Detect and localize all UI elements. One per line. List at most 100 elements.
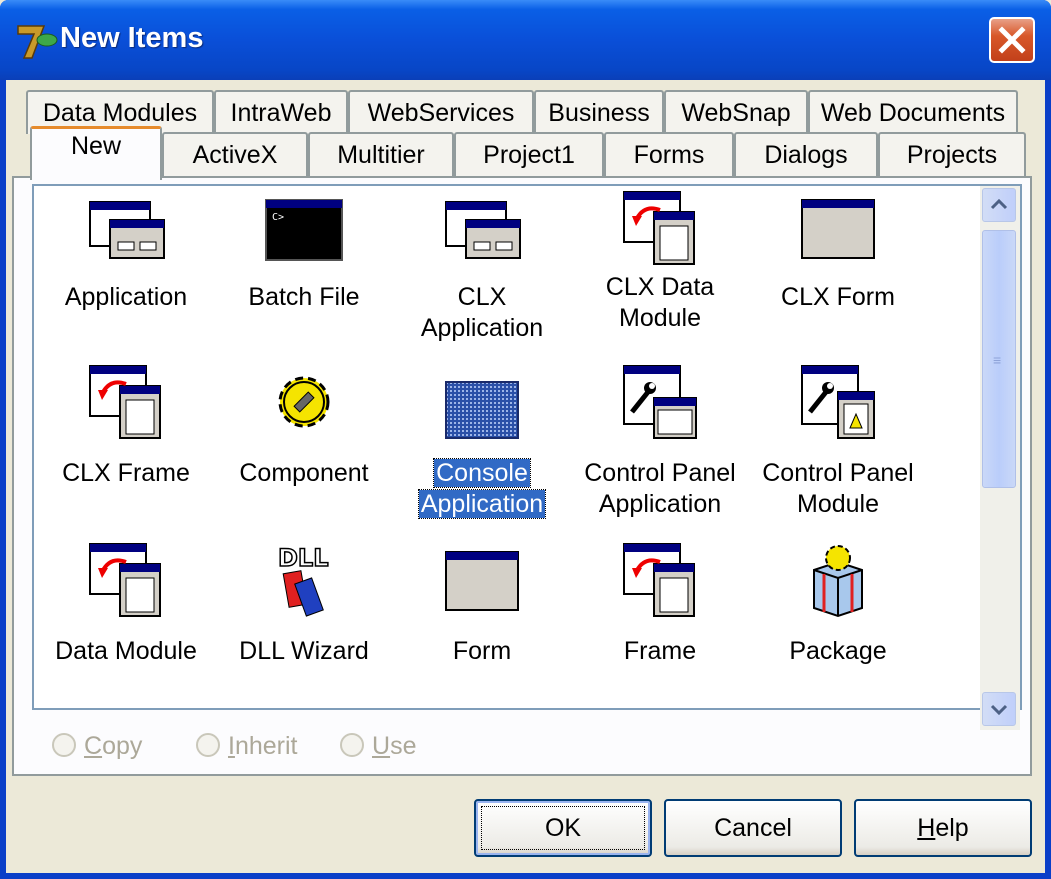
clx-frame-icon [89,365,161,439]
tab-label: WebServices [367,99,515,127]
item-label: CLX Frame [62,459,190,487]
item-label: Application [64,283,188,311]
close-icon [998,26,1026,54]
radio-inherit-label: nherit [234,732,298,760]
radio-use-label: se [390,732,417,760]
list-item-frame[interactable]: Frame [572,540,748,690]
radio-use[interactable]: Use [340,732,416,762]
data-module-icon [89,543,161,617]
radio-inherit-accel: I [228,732,235,760]
tab-new[interactable]: New [30,126,162,180]
radio-circle [196,733,220,757]
list-item-clx-application[interactable]: CLX Application [394,196,570,346]
radio-circle [52,733,76,757]
item-label: Data Module [55,637,197,665]
tab-web-documents[interactable]: Web Documents [808,90,1018,134]
list-item-component[interactable]: Component [216,362,392,512]
tab-label: Web Documents [820,99,1006,127]
tab-project1[interactable]: Project1 [454,132,604,178]
scroll-down-button[interactable] [982,692,1016,726]
list-item-form[interactable]: Form [394,540,570,690]
item-label: Console Application [417,458,547,519]
application-icon [89,201,165,259]
radio-copy[interactable]: Copy [52,732,142,762]
tab-label: Projects [906,141,998,169]
list-item-clx-form[interactable]: CLX Form [750,196,926,346]
tab-label: Project1 [483,141,575,169]
radio-copy-accel: C [84,732,103,760]
item-label: CLX Data Module [605,273,715,332]
window-title: New Items [60,22,204,54]
tab-dialogs[interactable]: Dialogs [734,132,878,178]
chevron-up-icon [990,198,1008,210]
tab-intraweb[interactable]: IntraWeb [214,90,348,134]
tab-business[interactable]: Business [534,90,664,134]
item-label: Batch File [248,283,360,311]
vertical-scrollbar[interactable]: ≡ [980,186,1020,730]
component-gear-icon [278,376,330,428]
clx-data-module-icon [623,191,695,265]
dialog-client-area: Data Modules IntraWeb WebServices Busine… [6,80,1045,873]
tab-websnap[interactable]: WebSnap [664,90,808,134]
scroll-thumb[interactable]: ≡ [982,230,1016,488]
list-item-control-panel-module[interactable]: Control Panel Module [750,362,926,518]
delphi-app-icon [17,25,58,59]
focus-rect [481,806,645,850]
clx-form-icon [801,199,875,259]
tab-multitier[interactable]: Multitier [308,132,454,178]
tab-label: IntraWeb [230,99,332,127]
list-item-control-panel-application[interactable]: Control Panel Application [572,362,748,518]
form-icon [445,551,519,611]
scroll-up-button[interactable] [982,188,1016,222]
item-label: DLL Wizard [239,637,369,665]
list-item-dll-wizard[interactable]: DLL DLL Wizard [216,540,392,690]
list-item-console-application[interactable]: Console Application [394,362,570,519]
radio-circle [340,733,364,757]
list-item-data-module[interactable]: Data Module [38,540,214,690]
clx-application-icon [445,201,521,259]
cancel-label: Cancel [714,814,792,842]
item-label: Control Panel Application [584,459,736,518]
tab-label: Multitier [337,141,425,169]
tab-forms[interactable]: Forms [604,132,734,178]
tab-webservices[interactable]: WebServices [348,90,534,134]
item-label: Control Panel Module [762,459,914,518]
help-accel: H [917,814,936,842]
control-panel-application-icon [623,365,697,439]
frame-icon [623,543,695,617]
radio-use-accel: U [372,732,391,760]
help-label: elp [935,814,969,842]
tab-projects[interactable]: Projects [878,132,1026,178]
new-items-dialog: New Items Data Modules IntraWeb WebServi… [0,0,1051,879]
svg-text:C>: C> [272,212,284,223]
title-bar[interactable]: New Items [0,0,1051,80]
list-item-application[interactable]: Application [38,196,214,346]
tab-label: New [70,132,121,160]
list-item-clx-data-module[interactable]: CLX Data Module [572,186,748,346]
dll-wizard-icon: DLL [277,543,329,617]
item-label: CLX Form [781,283,895,311]
list-item-package[interactable]: Package [750,540,926,690]
help-button[interactable]: Help [854,799,1032,857]
package-icon [813,545,863,618]
svg-text:DLL: DLL [278,544,329,572]
batch-file-icon: C> [265,199,343,261]
tab-label: WebSnap [681,99,791,127]
chevron-down-icon [990,704,1008,716]
item-label: Component [239,459,369,487]
tab-label: ActiveX [192,141,278,169]
list-item-clx-frame[interactable]: CLX Frame [38,362,214,512]
cancel-button[interactable]: Cancel [664,799,842,857]
item-list-view[interactable]: Application C> Batch File CLX Application [32,184,1022,730]
ok-button[interactable]: OK [474,799,652,857]
item-label: Package [789,637,887,665]
close-button[interactable] [989,17,1035,63]
tab-activex[interactable]: ActiveX [162,132,308,178]
grip-icon: ≡ [993,352,1002,368]
tab-label: Data Modules [42,99,198,127]
tab-label: Dialogs [764,141,848,169]
item-label: CLX Application [420,283,544,342]
item-label: Frame [623,637,697,665]
list-item-batch-file[interactable]: C> Batch File [216,196,392,346]
radio-inherit[interactable]: Inherit [196,732,298,762]
